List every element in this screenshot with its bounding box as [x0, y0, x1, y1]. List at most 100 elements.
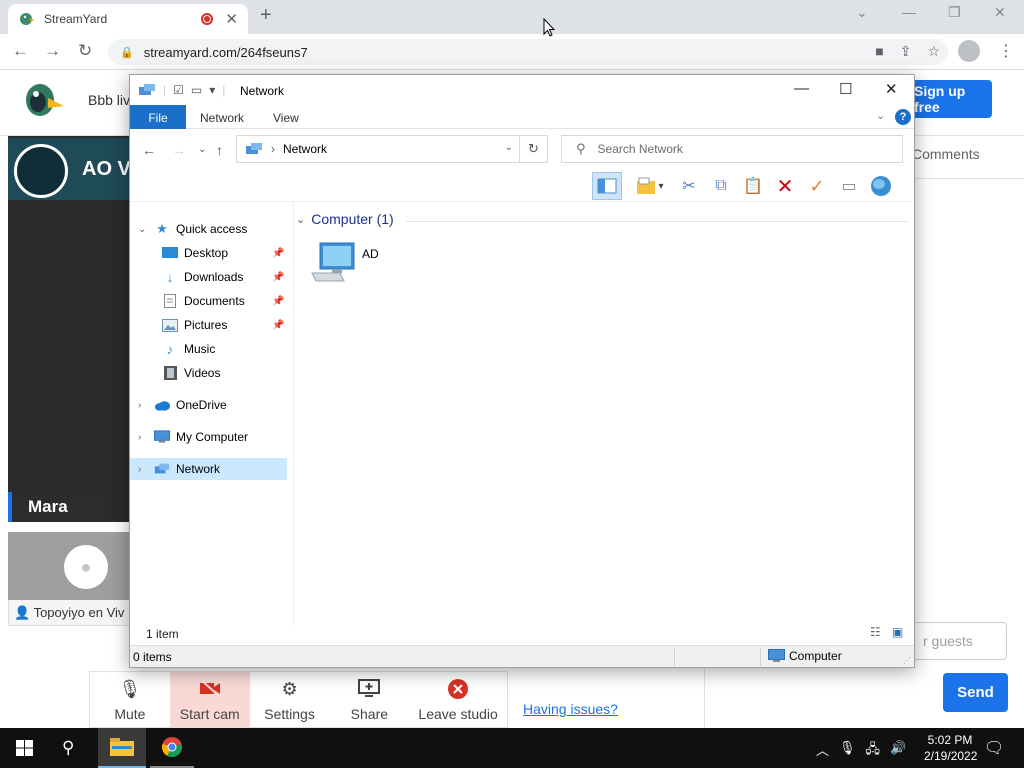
ribbon-tab-file[interactable]: File — [130, 105, 186, 129]
up-folder-icon[interactable]: ↑ — [216, 142, 223, 158]
comment-input[interactable]: r guests — [900, 622, 1007, 660]
preview-pane-tool[interactable] — [592, 172, 622, 200]
pin-icon[interactable]: 📌 — [272, 272, 284, 283]
tab-search-chevron-icon[interactable]: ⌄ — [856, 4, 868, 21]
copy-icon[interactable]: ⧉ — [710, 175, 732, 197]
mute-button[interactable]: 🎙 Mute — [90, 672, 170, 728]
leave-studio-button[interactable]: Leave studio — [409, 672, 507, 728]
expand-chevron-icon[interactable]: › — [138, 400, 141, 411]
nav-item-music[interactable]: ♪ Music — [130, 338, 287, 360]
pin-icon[interactable]: 📌 — [272, 296, 284, 307]
pane-divider[interactable] — [293, 202, 294, 625]
cut-icon[interactable]: ✂ — [678, 175, 700, 197]
group-header-computer[interactable]: ⌄ Computer (1) — [296, 211, 394, 227]
nav-item-onedrive[interactable]: › OneDrive — [130, 394, 287, 416]
chrome-menu-icon[interactable]: ⋮ — [998, 41, 1014, 61]
studio-controls: 🎙 Mute Start cam ⚙ Settings Share Leave … — [89, 671, 508, 728]
resize-grip-icon[interactable]: ⋰ — [903, 656, 911, 665]
expand-ribbon-chevron-icon[interactable]: ⌄ — [876, 109, 885, 122]
breadcrumb-chevron-icon[interactable]: › — [271, 142, 275, 156]
minimize-window-icon[interactable]: — — [902, 4, 916, 20]
nav-item-documents[interactable]: Documents 📌 — [130, 290, 287, 312]
microphone-tray-icon[interactable]: 🎙 — [839, 740, 856, 762]
paste-icon[interactable]: 📋 — [742, 175, 764, 197]
details-view-icon[interactable]: ☷ — [870, 625, 881, 639]
settings-button[interactable]: ⚙ Settings — [250, 672, 330, 728]
status-location: Computer — [768, 649, 842, 663]
preview-pane-icon — [597, 178, 617, 194]
collapse-group-chevron-icon[interactable]: ⌄ — [296, 213, 305, 226]
close-window-icon[interactable]: ✕ — [994, 4, 1006, 21]
nav-item-network[interactable]: › Network — [130, 458, 287, 480]
properties-icon[interactable]: ☑ — [173, 83, 184, 97]
share-page-icon[interactable]: ⇪ — [900, 43, 912, 60]
status-separator — [760, 648, 761, 666]
notifications-icon[interactable]: 🗨 — [984, 738, 1004, 758]
taskbar-clock[interactable]: 5:02 PM 2/19/2022 — [924, 732, 977, 764]
new-tab-button[interactable]: + — [260, 4, 272, 27]
reload-icon[interactable]: ↻ — [78, 41, 92, 61]
network-tray-icon[interactable]: 🖧 — [866, 740, 881, 762]
check-icon[interactable]: ✓ — [806, 175, 828, 197]
nav-item-videos[interactable]: Videos — [130, 362, 287, 384]
address-dropdown-icon[interactable]: ⌄ — [505, 142, 513, 153]
share-button[interactable]: Share — [329, 672, 409, 728]
breadcrumb-network[interactable]: Network — [283, 142, 327, 156]
delete-icon[interactable]: ✕ — [774, 175, 796, 198]
restore-window-icon[interactable]: ❐ — [948, 4, 961, 21]
nav-item-desktop[interactable]: Desktop 📌 — [130, 242, 287, 264]
windows-start-icon[interactable] — [16, 740, 33, 756]
browser-tab-streamyard[interactable]: StreamYard ✕ — [8, 4, 248, 34]
clock-time: 5:02 PM — [927, 733, 973, 747]
having-issues-link[interactable]: Having issues? — [523, 701, 618, 717]
explorer-address-row: ← → ⌄ ↑ › Network ⌄ ↻ ⚲ Search Network — [130, 133, 914, 167]
large-icons-view-icon[interactable]: ▣ — [892, 625, 903, 639]
rename-icon[interactable]: ▭ — [838, 175, 860, 197]
bookmark-star-icon[interactable]: ☆ — [927, 43, 940, 60]
help-icon[interactable]: ? — [895, 109, 911, 125]
camera-in-use-icon[interactable]: ■ — [875, 43, 883, 60]
close-tab-icon[interactable]: ✕ — [225, 10, 238, 28]
explorer-close-icon[interactable]: ✕ — [885, 80, 898, 98]
comments-tab[interactable]: Comments — [912, 146, 980, 162]
taskbar-search-icon[interactable]: ⚲ — [62, 738, 74, 758]
explorer-search-box[interactable]: ⚲ Search Network — [561, 135, 903, 163]
explorer-minimize-icon[interactable]: — — [794, 80, 809, 97]
profile-avatar[interactable] — [958, 40, 980, 62]
explorer-back-icon[interactable]: ← — [142, 142, 156, 158]
pin-icon[interactable]: 📌 — [272, 248, 284, 259]
recent-locations-chevron-icon[interactable]: ⌄ — [198, 144, 206, 155]
collapse-chevron-icon[interactable]: ⌄ — [138, 224, 146, 235]
new-folder-icon[interactable]: ▭ — [191, 83, 202, 97]
pin-icon[interactable]: 📌 — [272, 320, 284, 331]
taskbar-file-explorer[interactable] — [98, 728, 146, 768]
start-cam-button[interactable]: Start cam — [169, 672, 250, 728]
globe-tool[interactable] — [870, 175, 892, 197]
cloud-icon — [154, 398, 170, 412]
nav-item-downloads[interactable]: ↓ Downloads 📌 — [130, 266, 287, 288]
nav-item-pictures[interactable]: Pictures 📌 — [130, 314, 287, 336]
forward-arrow-icon[interactable]: → — [44, 41, 61, 61]
send-button[interactable]: Send — [943, 673, 1008, 712]
taskbar-chrome[interactable] — [150, 728, 194, 768]
back-arrow-icon[interactable]: ← — [12, 41, 29, 61]
nav-item-quick-access[interactable]: ⌄ ★ Quick access — [130, 218, 287, 240]
ribbon-tab-network[interactable]: Network — [200, 105, 244, 129]
nav-item-my-computer[interactable]: › My Computer — [130, 426, 287, 448]
volume-icon[interactable]: 🔊 — [890, 740, 906, 762]
navigation-pane: ⌄ ★ Quick access Desktop 📌 ↓ Downloads 📌… — [130, 202, 290, 625]
signup-button[interactable]: Sign up free — [906, 80, 992, 118]
explorer-address-bar[interactable]: › Network ⌄ ↻ — [236, 135, 548, 163]
explorer-forward-icon[interactable]: → — [172, 142, 186, 158]
address-bar[interactable]: 🔒 streamyard.com/264fseuns7 ■ ⇪ ☆ — [108, 39, 948, 65]
expand-chevron-icon[interactable]: › — [138, 464, 141, 475]
ribbon-tab-view[interactable]: View — [273, 105, 299, 129]
refresh-icon[interactable]: ↻ — [519, 136, 547, 162]
desktop-icon — [162, 246, 178, 260]
customize-toolbar-icon[interactable]: ▾ — [209, 83, 215, 97]
streamyard-logo-icon[interactable] — [22, 80, 66, 120]
expand-chevron-icon[interactable]: › — [138, 432, 141, 443]
show-hidden-icons-chevron-icon[interactable]: ︿ — [816, 740, 829, 762]
explorer-maximize-icon[interactable]: ☐ — [839, 80, 852, 98]
new-item-tool[interactable]: ▾ — [632, 175, 668, 197]
